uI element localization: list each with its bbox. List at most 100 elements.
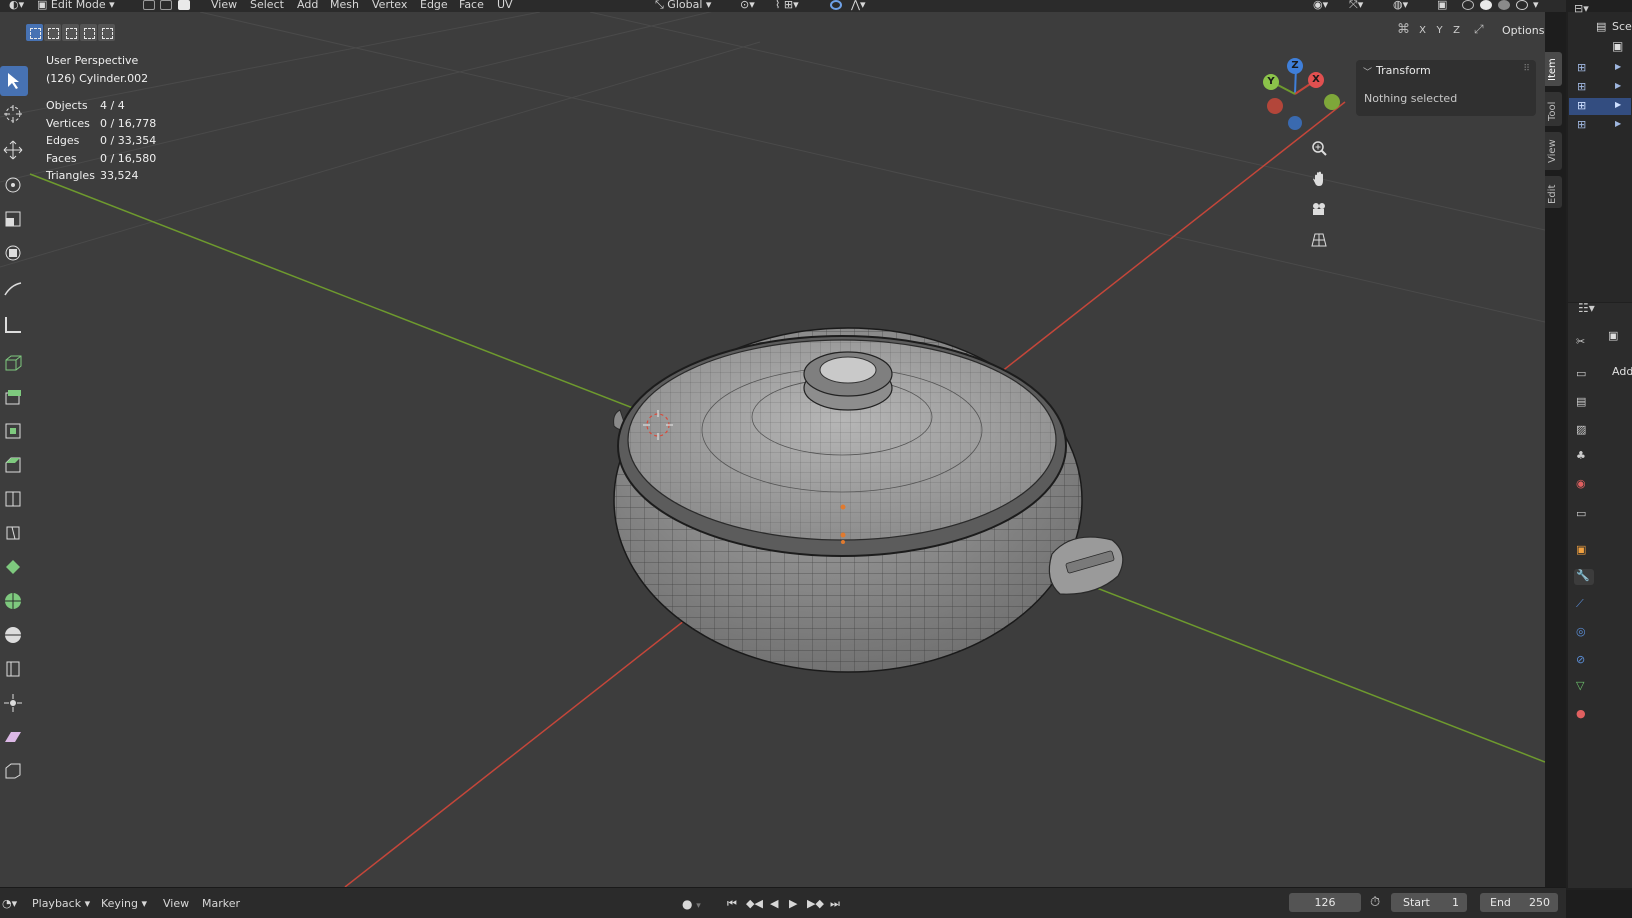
editor-type-icon[interactable]: ◐▾ (4, 0, 29, 12)
view-layer-props-icon[interactable]: ▨ (1576, 423, 1592, 439)
end-frame-field[interactable]: End 250 (1480, 893, 1558, 912)
poly-build-tool[interactable] (0, 552, 28, 582)
tab-tool[interactable]: Tool (1545, 92, 1562, 126)
world-props-icon[interactable]: ◉ (1576, 477, 1592, 493)
menu-edge[interactable]: Edge (415, 0, 453, 12)
shrink-fatten-tool[interactable] (0, 688, 28, 718)
axis-y-toggle[interactable]: Y (1432, 22, 1447, 39)
menu-add[interactable]: Add (292, 0, 323, 12)
collapse-chevron-icon[interactable]: ﹀ (1363, 65, 1372, 78)
perspective-toggle-button[interactable] (1307, 228, 1331, 252)
scene-props-icon[interactable]: ♣ (1576, 449, 1592, 465)
collection-props-icon[interactable]: ▭ (1576, 507, 1592, 523)
drag-handle-icon[interactable]: ⠿ (1523, 64, 1530, 74)
add-cube-tool[interactable] (0, 348, 28, 378)
timeline-editor-icon[interactable]: ◔▾ (2, 897, 17, 910)
outliner[interactable]: ⊟▾ ▤ Sce ▣ ⊞ ▶ ⊞ ▶ ⊞ ▶ ⊞ ▶ (1568, 2, 1632, 302)
gizmo-toggle-icon[interactable]: ⤧▾ (1344, 0, 1368, 12)
expand-arrow-icon[interactable]: ▶ (1615, 119, 1621, 128)
overlay-toggle-icon[interactable]: ◍▾ (1388, 0, 1413, 12)
solid-shading-icon[interactable] (1480, 0, 1492, 10)
play-icon[interactable]: ▶ (789, 897, 797, 910)
vertex-select-icon[interactable] (143, 0, 155, 10)
add-modifier-label[interactable]: Add (1612, 365, 1632, 378)
axis-z-toggle[interactable]: Z (1449, 22, 1464, 39)
select-extend-icon[interactable] (44, 24, 61, 41)
outliner-row-selected[interactable]: ⊞ ▶ (1569, 98, 1631, 115)
scale-tool[interactable] (0, 204, 28, 234)
options-dropdown[interactable]: Options ▾ (1496, 22, 1545, 40)
marker-menu[interactable]: Marker (202, 897, 240, 910)
object-props-icon[interactable]: ▣ (1576, 543, 1592, 559)
extrude-tool[interactable] (0, 382, 28, 412)
constraints-props-icon[interactable]: ⊘ (1576, 653, 1592, 669)
cursor-tool[interactable] (0, 99, 28, 129)
timeline-view-menu[interactable]: View (163, 897, 189, 910)
zoom-button[interactable] (1307, 136, 1331, 160)
properties-editor[interactable]: ☷▾ ▣ Add ✂ ▭ ▤ ▨ ♣ ◉ ▭ ▣ 🔧 ⟋ ◎ ⊘ ▽ ● (1568, 301, 1632, 888)
tab-view[interactable]: View (1545, 132, 1562, 170)
stopwatch-icon[interactable]: ⏱ (1370, 895, 1380, 910)
shear-tool[interactable] (0, 722, 28, 752)
output-props-icon[interactable]: ▤ (1576, 395, 1592, 411)
start-frame-field[interactable]: Start 1 (1391, 893, 1467, 912)
jump-end-icon[interactable]: ⏭ (830, 897, 840, 911)
data-props-icon[interactable]: ▽ (1576, 679, 1592, 695)
gizmo-neg-x-axis[interactable] (1267, 98, 1283, 114)
gizmo-x-axis[interactable]: X (1308, 72, 1324, 88)
rendered-shading-icon[interactable] (1516, 0, 1528, 10)
3d-viewport[interactable]: User Perspective (126) Cylinder.002 Obje… (0, 12, 1545, 887)
move-tool[interactable] (0, 135, 28, 165)
camera-view-button[interactable] (1307, 197, 1331, 221)
scene-collection-label[interactable]: Sce (1612, 20, 1632, 33)
inset-tool[interactable] (0, 416, 28, 446)
properties-editor-icon[interactable]: ☷▾ (1578, 301, 1595, 315)
transform-orientation-dropdown[interactable]: ⤡ Global ▾ (650, 0, 716, 12)
navigation-gizmo[interactable]: Z X Y (1258, 58, 1340, 138)
expand-arrow-icon[interactable]: ▶ (1615, 62, 1621, 71)
select-invert-icon[interactable] (80, 24, 97, 41)
select-intersect-icon[interactable] (98, 24, 115, 41)
auto-merge-icon[interactable]: ⤢ (1474, 22, 1484, 37)
prev-keyframe-icon[interactable]: ◆◀ (746, 897, 763, 910)
bevel-tool[interactable] (0, 450, 28, 480)
outliner-row[interactable]: ⊞ ▶ (1569, 79, 1631, 96)
playback-menu[interactable]: Playback ▾ (32, 897, 90, 910)
proportional-edit-icon[interactable] (830, 0, 842, 10)
outliner-row[interactable]: ⊞ ▶ (1569, 117, 1631, 134)
material-shading-icon[interactable] (1498, 0, 1510, 10)
menu-mesh[interactable]: Mesh (325, 0, 364, 12)
loop-cut-tool[interactable] (0, 484, 28, 514)
rip-tool[interactable] (0, 756, 28, 786)
edge-select-icon[interactable] (160, 0, 172, 10)
pan-button[interactable] (1307, 167, 1331, 191)
keying-menu[interactable]: Keying ▾ (101, 897, 147, 910)
shading-options-icon[interactable]: ▾ (1528, 0, 1544, 12)
tab-edit[interactable]: Edit (1545, 176, 1562, 208)
menu-view[interactable]: View (206, 0, 242, 12)
next-keyframe-icon[interactable]: ▶◆ (807, 897, 824, 910)
particles-props-icon[interactable]: ⟋ (1576, 597, 1592, 613)
face-select-icon[interactable] (178, 0, 190, 10)
material-props-icon[interactable]: ● (1576, 707, 1592, 723)
gizmo-neg-y-axis[interactable] (1324, 94, 1340, 110)
annotate-tool[interactable] (0, 274, 28, 304)
axis-x-toggle[interactable]: X (1415, 22, 1430, 39)
select-box-icon[interactable] (26, 24, 43, 41)
jump-start-icon[interactable]: ⏮ (727, 897, 737, 911)
edge-slide-tool[interactable] (0, 654, 28, 684)
panel-title[interactable]: Transform (1376, 64, 1431, 77)
menu-vertex[interactable]: Vertex (367, 0, 412, 12)
modifier-props-icon[interactable]: 🔧 (1574, 569, 1594, 585)
gizmo-z-axis[interactable]: Z (1287, 58, 1303, 74)
smooth-tool[interactable] (0, 620, 28, 650)
knife-tool[interactable] (0, 518, 28, 548)
wireframe-shading-icon[interactable] (1462, 0, 1474, 10)
physics-props-icon[interactable]: ◎ (1576, 625, 1592, 641)
tool-props-icon[interactable]: ✂ (1576, 335, 1592, 351)
measure-tool[interactable] (0, 310, 28, 340)
expand-arrow-icon[interactable]: ▶ (1615, 100, 1621, 109)
menu-uv[interactable]: UV (492, 0, 518, 12)
select-subtract-icon[interactable] (62, 24, 79, 41)
render-props-icon[interactable]: ▭ (1576, 367, 1592, 383)
